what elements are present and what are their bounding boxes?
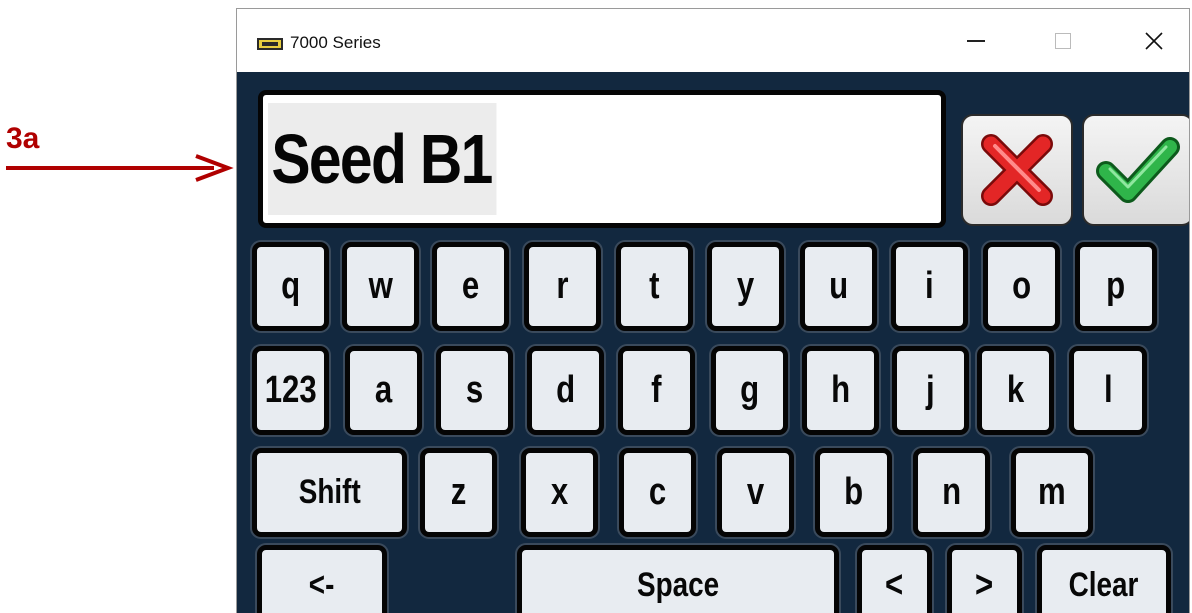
- key-m[interactable]: m: [1011, 448, 1093, 537]
- key-w[interactable]: w: [342, 242, 419, 331]
- key-shift[interactable]: Shift: [252, 448, 407, 537]
- key-a[interactable]: a: [345, 346, 422, 435]
- key-label: m: [1038, 471, 1066, 513]
- key-label: i: [925, 265, 934, 307]
- app-window: 7000 Series Seed B1 q w e r t y u i o p …: [236, 8, 1190, 613]
- key-clear[interactable]: Clear: [1037, 545, 1171, 613]
- key-backspace[interactable]: <-: [257, 545, 387, 613]
- key-label: w: [368, 265, 393, 307]
- key-n[interactable]: n: [913, 448, 990, 537]
- key-label: <: [885, 563, 904, 606]
- key-label: Shift: [298, 473, 361, 511]
- key-y[interactable]: y: [707, 242, 784, 331]
- confirm-button[interactable]: [1082, 114, 1189, 226]
- key-label: f: [651, 369, 662, 411]
- key-u[interactable]: u: [800, 242, 877, 331]
- key-s[interactable]: s: [436, 346, 513, 435]
- key-d[interactable]: d: [527, 346, 604, 435]
- key-j[interactable]: j: [892, 346, 969, 435]
- key-e[interactable]: e: [432, 242, 509, 331]
- key-space[interactable]: Space: [517, 545, 839, 613]
- key-label: u: [828, 265, 849, 307]
- red-x-icon: [981, 134, 1053, 206]
- close-button[interactable]: [1129, 17, 1179, 65]
- key-label: z: [450, 471, 467, 513]
- text-input-field[interactable]: Seed B1: [258, 90, 946, 228]
- key-label: d: [555, 369, 576, 411]
- key-label: x: [550, 471, 569, 513]
- maximize-icon: [1055, 33, 1071, 49]
- key-label: 123: [264, 369, 317, 411]
- key-c[interactable]: c: [619, 448, 696, 537]
- key-cursor-left[interactable]: <: [857, 545, 932, 613]
- key-label: h: [830, 369, 851, 411]
- app-icon: [257, 38, 283, 50]
- key-label: <-: [309, 565, 335, 604]
- minimize-button[interactable]: [951, 17, 1001, 65]
- key-cursor-right[interactable]: >: [947, 545, 1022, 613]
- key-label: g: [739, 369, 760, 411]
- key-x[interactable]: x: [521, 448, 598, 537]
- key-label: p: [1106, 265, 1126, 307]
- cancel-button[interactable]: [961, 114, 1073, 226]
- key-r[interactable]: r: [524, 242, 601, 331]
- window-title: 7000 Series: [290, 33, 381, 52]
- key-label: r: [556, 265, 569, 307]
- title-bar[interactable]: 7000 Series: [237, 9, 1189, 72]
- key-123[interactable]: 123: [252, 346, 329, 435]
- key-label: Clear: [1069, 565, 1139, 604]
- key-f[interactable]: f: [618, 346, 695, 435]
- key-label: e: [461, 265, 480, 307]
- key-label: q: [280, 265, 301, 307]
- keyboard-panel: Seed B1 q w e r t y u i o p 123 a s d f …: [237, 72, 1189, 613]
- key-h[interactable]: h: [802, 346, 879, 435]
- key-label: l: [1103, 369, 1113, 411]
- key-v[interactable]: v: [717, 448, 794, 537]
- key-label: >: [975, 563, 994, 606]
- key-label: t: [649, 265, 660, 307]
- key-label: c: [648, 471, 667, 513]
- annotation-arrow: [6, 154, 234, 182]
- key-l[interactable]: l: [1069, 346, 1147, 435]
- key-b[interactable]: b: [815, 448, 892, 537]
- key-label: j: [926, 369, 935, 411]
- key-p[interactable]: p: [1075, 242, 1157, 331]
- green-check-icon: [1096, 137, 1180, 203]
- minimize-icon: [967, 40, 985, 42]
- key-i[interactable]: i: [891, 242, 968, 331]
- key-g[interactable]: g: [711, 346, 788, 435]
- key-t[interactable]: t: [616, 242, 693, 331]
- key-label: o: [1011, 265, 1032, 307]
- close-icon: [1145, 32, 1163, 50]
- key-q[interactable]: q: [252, 242, 329, 331]
- key-z[interactable]: z: [420, 448, 497, 537]
- key-label: v: [746, 471, 765, 513]
- key-label: Space: [636, 565, 720, 604]
- maximize-button[interactable]: [1038, 17, 1088, 65]
- input-value: Seed B1: [268, 103, 497, 215]
- key-label: n: [941, 471, 962, 513]
- key-k[interactable]: k: [977, 346, 1054, 435]
- key-label: y: [736, 265, 755, 307]
- key-label: a: [374, 369, 393, 411]
- key-o[interactable]: o: [983, 242, 1060, 331]
- key-label: k: [1006, 369, 1025, 411]
- key-label: b: [843, 471, 864, 513]
- key-label: s: [465, 369, 484, 411]
